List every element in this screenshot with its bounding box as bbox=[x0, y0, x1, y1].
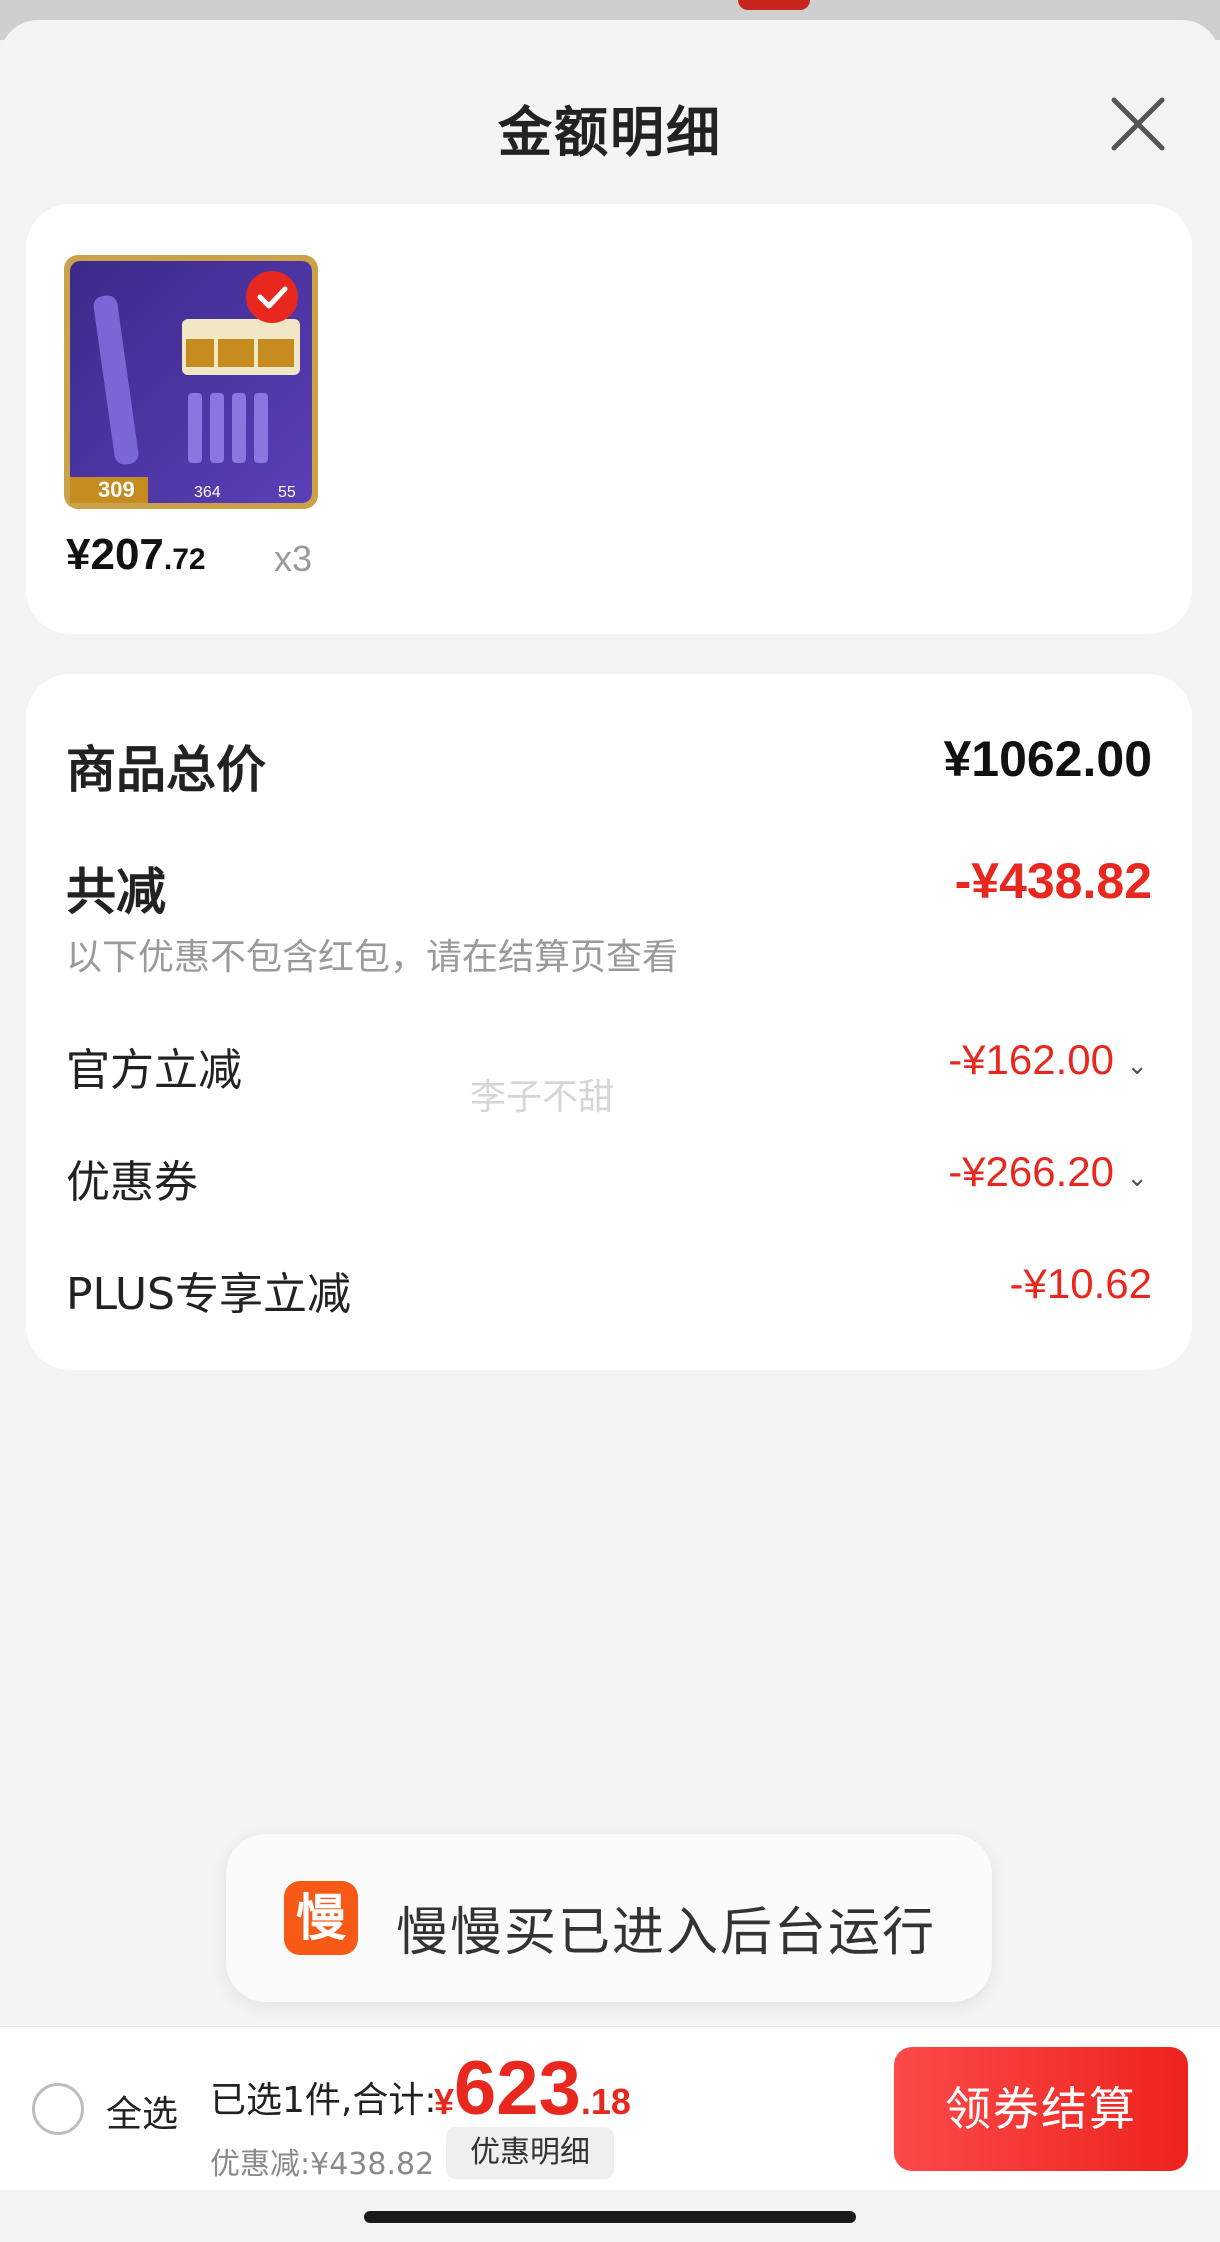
app-icon: 慢 bbox=[284, 1881, 358, 1955]
coupon-discount-row[interactable]: -¥266.20 ⌄ bbox=[948, 1148, 1148, 1196]
svg-text:309: 309 bbox=[98, 477, 135, 502]
top-badge bbox=[738, 0, 810, 10]
discount-value: -¥162.00 bbox=[948, 1036, 1114, 1083]
home-indicator[interactable] bbox=[364, 2211, 856, 2223]
select-all-label[interactable]: 全选 bbox=[106, 2085, 178, 2137]
background-running-toast: 慢 慢慢买已进入后台运行 bbox=[226, 1834, 992, 2002]
product-image[interactable]: 309 364 55 bbox=[64, 255, 318, 509]
close-icon[interactable] bbox=[1108, 94, 1168, 154]
total-price-value: ¥1062.00 bbox=[943, 731, 1152, 787]
chevron-down-icon: ⌄ bbox=[1126, 1162, 1148, 1192]
product-card: 309 364 55 ¥207.72 x3 bbox=[26, 204, 1192, 634]
unit-price: ¥207.72 bbox=[66, 530, 206, 579]
amount-detail-sheet: 金额明细 309 364 55 ¥207.72 x3 商品总价 ¥1062.00… bbox=[0, 20, 1220, 2242]
quantity: x3 bbox=[274, 538, 313, 579]
official-discount-row[interactable]: -¥162.00 ⌄ bbox=[948, 1036, 1148, 1084]
toast-message: 慢慢买已进入后台运行 bbox=[396, 1903, 937, 1963]
total-reduce-label: 共减 bbox=[66, 863, 166, 921]
discount-note: 以下优惠不包含红包，请在结算页查看 bbox=[66, 937, 679, 978]
checkout-bar: 全选 已选1件,合计: ¥623.18 优惠减:¥438.82 优惠明细 领券结… bbox=[0, 2026, 1220, 2190]
watermark: 李子不甜 bbox=[470, 1077, 615, 1118]
discount-detail-button[interactable]: 优惠明细 bbox=[446, 2127, 614, 2179]
discount-amount: 优惠减:¥438.82 bbox=[210, 2147, 435, 2182]
page-title: 金额明细 bbox=[498, 101, 722, 164]
svg-text:364: 364 bbox=[194, 484, 221, 501]
checkout-total: ¥623.18 bbox=[434, 2046, 631, 2131]
discount-value: -¥266.20 bbox=[948, 1148, 1114, 1195]
total-reduce-value: -¥438.82 bbox=[954, 853, 1152, 909]
total-price-label: 商品总价 bbox=[66, 741, 266, 799]
chevron-down-icon: ⌄ bbox=[1126, 1050, 1148, 1080]
plus-discount-label: PLUS专享立减 bbox=[66, 1269, 351, 1320]
discount-row-label: 官方立减 bbox=[66, 1045, 242, 1096]
coupon-row-label: 优惠券 bbox=[66, 1157, 198, 1208]
selected-info: 已选1件,合计: bbox=[210, 2080, 437, 2121]
svg-text:55: 55 bbox=[278, 484, 296, 501]
select-all-radio[interactable] bbox=[32, 2083, 84, 2135]
price-summary-card: 商品总价 ¥1062.00 共减 -¥438.82 以下优惠不包含红包，请在结算… bbox=[26, 674, 1192, 1370]
checkout-button[interactable]: 领券结算 bbox=[894, 2047, 1188, 2171]
plus-discount-value: -¥10.62 bbox=[1009, 1260, 1152, 1307]
